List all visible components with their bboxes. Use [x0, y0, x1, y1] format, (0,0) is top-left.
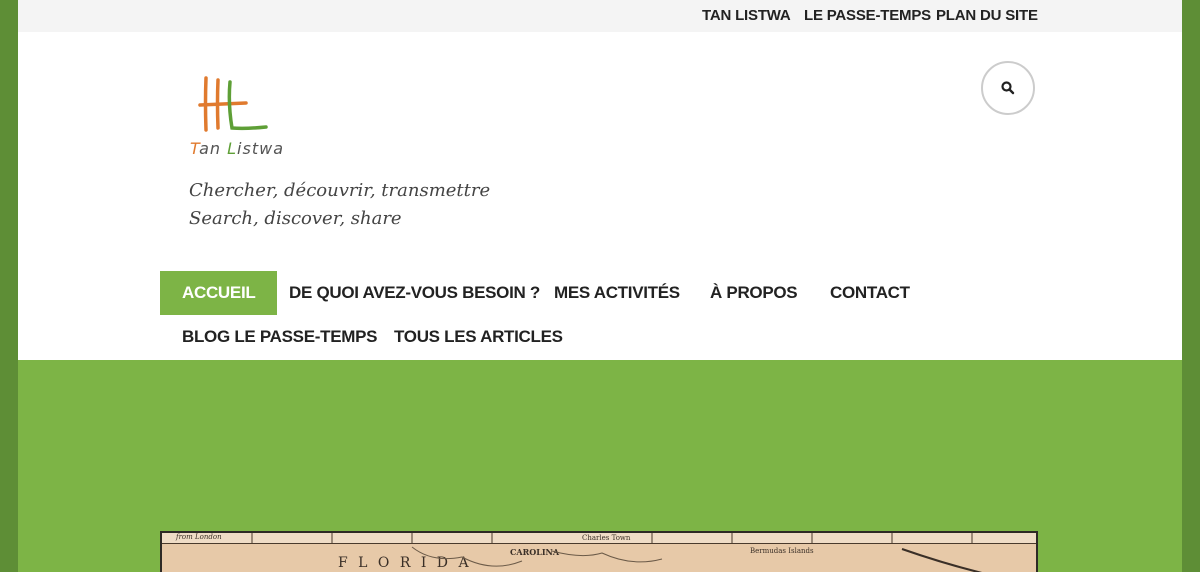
site-header: Tan Listwa Chercher, découvrir, transmet… [18, 32, 1182, 271]
nav-item-besoin[interactable]: DE QUOI AVEZ-VOUS BESOIN ? [289, 271, 540, 315]
nav-item-blog[interactable]: BLOG LE PASSE-TEMPS [182, 315, 377, 359]
top-link-plan-du-site[interactable]: PLAN DU SITE [936, 7, 1038, 24]
hero-map-image[interactable]: from London Charles Town CAROLINA Bermud… [160, 531, 1038, 572]
tagline-english: Search, discover, share [189, 208, 402, 229]
main-navigation: ACCUEIL DE QUOI AVEZ-VOUS BESOIN ? MES A… [18, 270, 1182, 360]
logo-mark-icon [198, 76, 268, 132]
nav-item-activites[interactable]: MES ACTIVITÉS [554, 271, 680, 315]
top-bar: TAN LISTWA LE PASSE-TEMPS PLAN DU SITE [18, 0, 1182, 32]
logo-text: Tan Listwa [190, 139, 284, 158]
page-wrapper: TAN LISTWA LE PASSE-TEMPS PLAN DU SITE T… [18, 0, 1182, 572]
tagline-french: Chercher, découvrir, transmettre [189, 180, 491, 201]
map-coastline-icon [251, 533, 983, 572]
nav-item-tous-les-articles[interactable]: TOUS LES ARTICLES [394, 315, 563, 359]
nav-item-contact[interactable]: CONTACT [830, 271, 910, 315]
top-link-passe-temps[interactable]: LE PASSE-TEMPS [804, 7, 931, 24]
search-button[interactable] [981, 61, 1035, 115]
search-icon [1001, 81, 1015, 95]
nav-item-a-propos[interactable]: À PROPOS [710, 271, 798, 315]
nav-item-accueil[interactable]: ACCUEIL [160, 271, 278, 315]
top-link-tan-listwa[interactable]: TAN LISTWA [702, 7, 791, 24]
